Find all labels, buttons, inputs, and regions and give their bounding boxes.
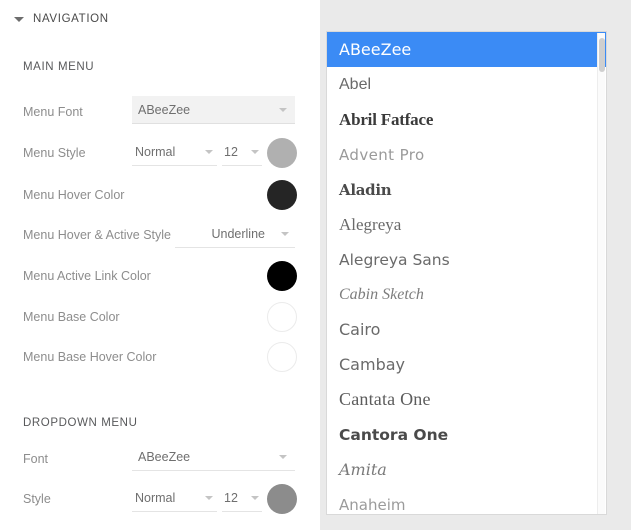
navigation-settings-panel: NAVIGATION MAIN MENU Menu Font ABeeZee M… (0, 0, 320, 530)
menu-style-color-swatch[interactable] (267, 138, 297, 168)
label-menu-hover-active-style: Menu Hover & Active Style (23, 228, 171, 242)
caret-down-icon (14, 17, 24, 22)
font-option[interactable]: Amita (327, 452, 607, 487)
row-dropdown-style: Style Normal 12 (0, 484, 320, 514)
font-option[interactable]: Cairo (327, 312, 607, 347)
group-title-dropdown-menu: DROPDOWN MENU (23, 417, 138, 429)
row-menu-hover-active-style: Menu Hover & Active Style Underline (0, 220, 320, 250)
menu-style-weight-select[interactable]: Normal (132, 138, 217, 166)
row-dropdown-font: Font ABeeZee (0, 444, 320, 474)
group-title-main-menu: MAIN MENU (23, 61, 94, 73)
chevron-down-icon (279, 108, 287, 112)
scrollbar-thumb[interactable] (599, 38, 605, 72)
menu-font-select[interactable]: ABeeZee (132, 96, 295, 124)
label-menu-font: Menu Font (23, 105, 83, 119)
label-menu-base-color: Menu Base Color (23, 310, 120, 324)
menu-base-color-swatch[interactable] (267, 302, 297, 332)
chevron-down-icon (251, 496, 259, 500)
chevron-down-icon (205, 150, 213, 154)
menu-active-link-color-swatch[interactable] (267, 261, 297, 291)
row-menu-base-hover-color: Menu Base Hover Color (0, 342, 320, 372)
label-dropdown-style: Style (23, 492, 51, 506)
menu-hover-color-swatch[interactable] (267, 180, 297, 210)
menu-style-weight-value: Normal (135, 145, 205, 159)
dropdown-style-size-value: 12 (224, 491, 251, 505)
row-menu-active-link-color: Menu Active Link Color (0, 261, 320, 291)
dropdown-style-weight-value: Normal (135, 491, 205, 505)
label-menu-active-link-color: Menu Active Link Color (23, 269, 151, 283)
section-header-label: NAVIGATION (33, 13, 109, 25)
menu-style-size-value: 12 (224, 145, 251, 159)
font-option[interactable]: Cantora One (327, 417, 607, 452)
font-dropdown-list[interactable]: ABeeZeeAbelAbril FatfaceAdvent ProAladin… (326, 31, 607, 515)
row-menu-font: Menu Font ABeeZee (0, 97, 320, 127)
row-menu-style: Menu Style Normal 12 (0, 138, 320, 168)
chevron-down-icon (281, 232, 289, 236)
dropdown-font-value: ABeeZee (138, 450, 279, 464)
dropdown-font-select[interactable]: ABeeZee (132, 443, 295, 471)
chevron-down-icon (205, 496, 213, 500)
theme-customizer-screen: NAVIGATION MAIN MENU Menu Font ABeeZee M… (0, 0, 631, 530)
chevron-down-icon (279, 455, 287, 459)
row-menu-hover-color: Menu Hover Color (0, 180, 320, 210)
menu-hover-active-style-select[interactable]: Underline (175, 220, 295, 248)
navigation-section-header[interactable]: NAVIGATION (14, 13, 109, 25)
dropdown-style-size-select[interactable]: 12 (222, 484, 262, 512)
label-menu-hover-color: Menu Hover Color (23, 188, 124, 202)
vertical-scrollbar[interactable] (597, 33, 605, 515)
label-dropdown-font: Font (23, 452, 48, 466)
row-menu-base-color: Menu Base Color (0, 302, 320, 332)
chevron-down-icon (251, 150, 259, 154)
dropdown-style-weight-select[interactable]: Normal (132, 484, 217, 512)
menu-base-hover-color-swatch[interactable] (267, 342, 297, 372)
label-menu-style: Menu Style (23, 146, 86, 160)
font-option[interactable]: Cabin Sketch (327, 277, 607, 312)
menu-style-size-select[interactable]: 12 (222, 138, 262, 166)
font-option[interactable]: Aladin (327, 172, 607, 207)
font-option[interactable]: Anaheim (327, 487, 607, 515)
label-menu-base-hover-color: Menu Base Hover Color (23, 350, 156, 364)
font-option[interactable]: Alegreya (327, 207, 607, 242)
font-option[interactable]: Abel (327, 67, 607, 102)
menu-font-value: ABeeZee (138, 103, 279, 117)
menu-hover-active-style-value: Underline (211, 227, 265, 241)
dropdown-style-color-swatch[interactable] (267, 484, 297, 514)
font-option[interactable]: Abril Fatface (327, 102, 607, 137)
font-option[interactable]: Advent Pro (327, 137, 607, 172)
font-option[interactable]: Cantata One (327, 382, 607, 417)
font-option-container: ABeeZeeAbelAbril FatfaceAdvent ProAladin… (327, 32, 607, 515)
font-option[interactable]: Cambay (327, 347, 607, 382)
font-option[interactable]: ABeeZee (327, 32, 607, 67)
font-option[interactable]: Alegreya Sans (327, 242, 607, 277)
